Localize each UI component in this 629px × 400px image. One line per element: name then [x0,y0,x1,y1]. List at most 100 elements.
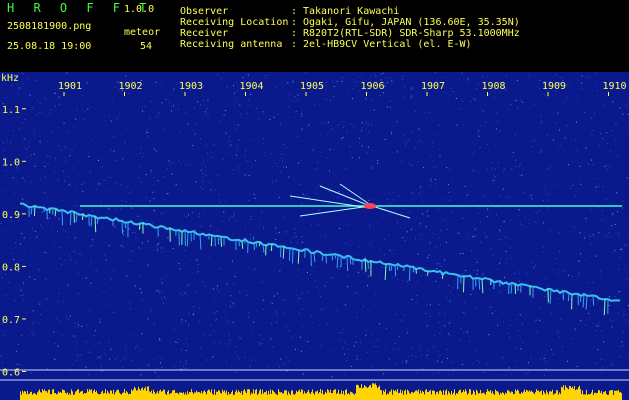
power-bar [315,391,316,400]
noise-speck [63,170,64,172]
noise-speck [618,269,620,271]
noise-speck [78,321,80,323]
power-bar [308,389,309,400]
noise-speck [14,191,16,193]
observer-value: Takanori Kawachi [303,6,400,17]
noise-speck [346,348,348,350]
noise-speck [110,207,112,209]
noise-speck [220,77,222,79]
power-bar [486,391,487,400]
noise-speck [103,254,105,256]
noise-speck [342,94,344,96]
noise-speck [472,169,474,171]
noise-speck [173,88,175,90]
noise-speck [44,193,46,194]
noise-speck [250,219,252,220]
noise-speck [480,125,482,127]
noise-speck [184,292,186,294]
noise-speck [261,256,263,258]
noise-speck [432,145,434,147]
power-bar [162,391,163,400]
noise-speck [330,249,332,251]
noise-speck [270,375,272,377]
power-bar [484,393,485,400]
noise-speck [479,329,481,331]
power-bar [596,393,597,400]
noise-speck [477,269,478,271]
noise-speck [113,150,115,152]
noise-speck [209,163,211,165]
noise-speck [176,151,178,153]
noise-speck [405,141,407,143]
noise-speck [331,260,333,262]
power-bar [546,390,547,400]
noise-speck [53,170,55,172]
noise-speck [234,352,236,354]
noise-speck [110,279,112,281]
noise-speck [389,250,391,252]
noise-speck [264,77,266,79]
noise-speck [109,304,110,306]
noise-speck [54,358,56,360]
noise-speck [30,238,32,239]
noise-speck [147,365,149,367]
noise-speck [18,128,20,130]
noise-speck [519,337,521,339]
noise-speck [308,157,310,159]
power-bar [160,389,161,400]
noise-speck [613,202,615,204]
noise-speck [414,147,416,149]
power-bar [589,394,590,400]
noise-speck [211,157,213,159]
power-bar [508,390,509,400]
noise-speck [44,97,46,99]
noise-speck [231,301,233,303]
noise-speck [397,282,399,284]
power-bar [431,394,432,400]
power-bar [281,391,282,400]
noise-speck [397,121,399,122]
noise-speck [546,96,548,98]
noise-speck [475,181,477,183]
noise-speck [343,125,345,126]
power-bar [198,391,199,400]
noise-speck [544,185,546,186]
noise-speck [382,92,384,94]
noise-speck [150,169,152,171]
noise-speck [370,75,372,77]
noise-speck [562,270,564,272]
power-bar [307,391,308,400]
noise-speck [304,195,306,197]
noise-speck [106,151,108,153]
noise-speck [293,100,295,102]
noise-speck [545,169,547,171]
noise-speck [626,177,628,179]
power-bar [129,393,130,400]
power-bar [177,392,178,400]
noise-speck [618,264,620,266]
noise-speck [542,222,544,224]
noise-speck [201,176,203,178]
noise-speck [556,333,558,335]
power-bar [311,391,312,400]
noise-speck [304,351,306,353]
noise-speck [136,266,138,268]
noise-speck [121,200,123,202]
noise-speck [307,290,308,292]
power-bar [131,389,132,400]
noise-speck [54,170,56,172]
noise-speck [482,75,484,77]
power-bar [370,384,371,400]
noise-speck [570,257,571,259]
noise-speck [402,361,403,363]
noise-speck [218,342,220,344]
noise-speck [366,239,368,241]
noise-speck [489,210,491,212]
noise-speck [603,252,605,254]
noise-speck [150,123,152,125]
power-bar [445,390,446,400]
noise-speck [81,183,83,185]
noise-speck [72,167,74,169]
noise-speck [123,230,125,232]
power-bar [575,390,576,400]
